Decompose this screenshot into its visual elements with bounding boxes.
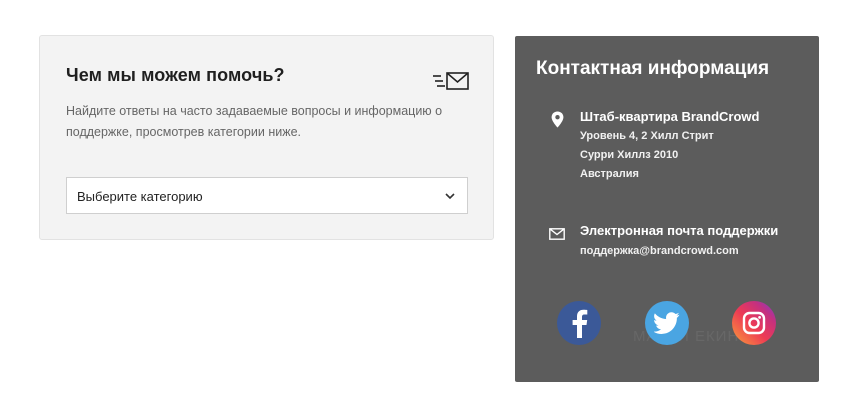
facebook-icon: [572, 309, 588, 338]
fast-mail-icon: [433, 72, 469, 90]
instagram-icon: [742, 311, 766, 335]
envelope-icon: [549, 228, 565, 240]
help-card: Чем мы можем помочь? Найдите ответы на ч…: [39, 35, 494, 240]
address-line: Сурри Хиллз 2010: [580, 149, 679, 161]
category-select-value: Выберите категорию: [77, 189, 203, 204]
twitter-icon: [654, 312, 680, 334]
contact-title: Контактная информация: [536, 58, 770, 79]
chevron-down-icon: [445, 193, 455, 200]
twitter-button[interactable]: [645, 301, 689, 345]
facebook-button[interactable]: [557, 301, 601, 345]
support-email-link[interactable]: поддержка@brandcrowd.com: [580, 245, 739, 257]
instagram-button[interactable]: [732, 301, 776, 345]
category-select[interactable]: Выберите категорию: [66, 177, 468, 214]
support-email-title: Электронная почта поддержки: [580, 223, 779, 238]
address-line: Австралия: [580, 168, 639, 180]
help-description: Найдите ответы на часто задаваемые вопро…: [66, 104, 443, 139]
contact-card: Контактная информация Штаб-квартира Bran…: [515, 36, 819, 382]
address-line: Уровень 4, 2 Хилл Стрит: [580, 130, 714, 142]
help-title: Чем мы можем помочь?: [66, 65, 285, 85]
location-pin-icon: [551, 111, 564, 128]
hq-title: Штаб-квартира BrandCrowd: [580, 109, 760, 124]
